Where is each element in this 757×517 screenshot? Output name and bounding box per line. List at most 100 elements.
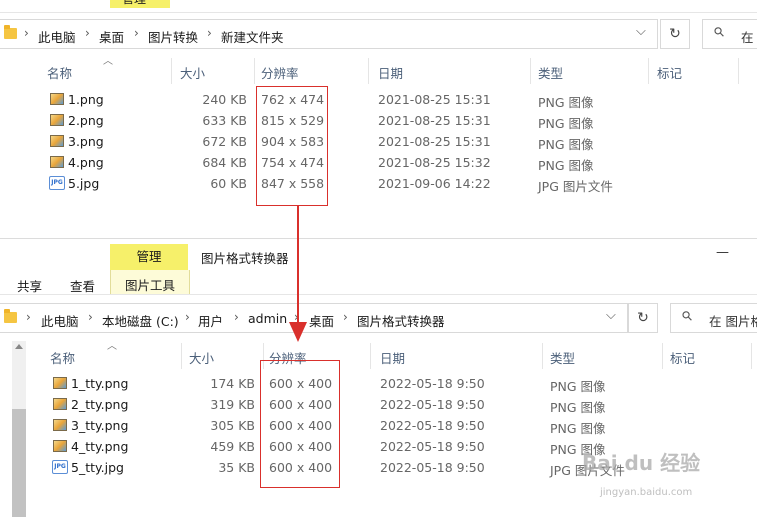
file-type: PNG 图像 <box>538 137 594 152</box>
png-icon <box>50 135 64 147</box>
breadcrumb-local-disk[interactable]: 本地磁盘 (C:) <box>102 311 179 330</box>
search-icon: ⚲ <box>711 23 729 42</box>
column-divider[interactable] <box>370 343 371 369</box>
chevron-right-icon[interactable]: › <box>185 310 190 324</box>
file-size: 459 KB <box>210 439 255 454</box>
tab-picture-tools-label: 图片工具 <box>125 278 176 293</box>
file-date: 2022-05-18 9:50 <box>380 376 485 391</box>
search-input[interactable]: ⚲ 在 图片格 <box>670 303 757 333</box>
column-header-size[interactable]: 大小 <box>189 348 214 367</box>
column-divider[interactable] <box>181 343 182 369</box>
column-divider[interactable] <box>751 343 752 369</box>
watermark-logo: Bai du 经验 <box>582 447 700 476</box>
folder-icon <box>4 309 17 323</box>
column-header-type[interactable]: 类型 <box>538 63 563 82</box>
png-icon <box>50 156 64 168</box>
table-row[interactable]: 1_tty.png 174 KB 600 x 400 2022-05-18 9:50 P… <box>0 374 757 394</box>
column-divider[interactable] <box>738 58 739 84</box>
minimize-button[interactable]: — <box>716 245 729 260</box>
table-row[interactable]: 2.png 633 KB 815 x 529 2021-08-25 15:31 PNG … <box>0 111 757 131</box>
manage-tab-label: 管理 <box>136 249 162 264</box>
column-header-resolution[interactable]: 分辨率 <box>261 63 299 82</box>
refresh-button[interactable]: ↻ <box>660 19 690 49</box>
divider <box>0 12 757 13</box>
sort-ascending-icon: ︿ <box>107 341 117 352</box>
sort-ascending-icon: ︿ <box>103 56 113 67</box>
breadcrumb-users[interactable]: 用户 <box>198 311 223 330</box>
table-row[interactable]: 3.png 672 KB 904 x 583 2021-08-25 15:31 PNG … <box>0 132 757 152</box>
file-size: 305 KB <box>210 418 255 433</box>
file-size: 240 KB <box>202 92 247 107</box>
breadcrumb-image-convert[interactable]: 图片转换 <box>148 27 198 46</box>
breadcrumb-image-converter[interactable]: 图片格式转换器 <box>357 311 445 330</box>
column-header-type[interactable]: 类型 <box>550 348 575 367</box>
chevron-down-icon[interactable]: ⌵ <box>636 24 646 39</box>
table-row[interactable]: 3_tty.png 305 KB 600 x 400 2022-05-18 9:50 P… <box>0 416 757 436</box>
file-type: JPG 图片文件 <box>538 179 613 194</box>
column-header-name[interactable]: 名称 <box>50 348 75 367</box>
column-divider[interactable] <box>171 58 172 84</box>
chevron-right-icon[interactable]: › <box>26 310 31 324</box>
refresh-button[interactable]: ↻ <box>628 303 658 333</box>
file-size: 684 KB <box>202 155 247 170</box>
window-title: 图片格式转换器 <box>201 251 289 266</box>
address-bar: › 此电脑 › 桌面 › 图片转换 › 新建文件夹 ⌵ ↻ ⚲ 在 <box>0 19 757 49</box>
folder-icon <box>4 25 17 39</box>
refresh-icon: ↻ <box>637 310 649 326</box>
column-header-tag[interactable]: 标记 <box>670 348 695 367</box>
chevron-right-icon[interactable]: › <box>85 26 90 40</box>
column-divider[interactable] <box>542 343 543 369</box>
file-type: PNG 图像 <box>550 400 606 415</box>
file-date: 2021-08-25 15:31 <box>378 113 491 128</box>
column-header-date[interactable]: 日期 <box>380 348 405 367</box>
file-date: 2021-08-25 15:31 <box>378 134 491 149</box>
breadcrumb-this-pc[interactable]: 此电脑 <box>38 27 76 46</box>
png-icon <box>53 419 67 431</box>
breadcrumb-new-folder[interactable]: 新建文件夹 <box>221 27 284 46</box>
chevron-down-icon[interactable]: ⌵ <box>606 308 616 323</box>
breadcrumb-desktop[interactable]: 桌面 <box>99 27 124 46</box>
breadcrumb[interactable]: › 此电脑 › 桌面 › 图片转换 › 新建文件夹 ⌵ <box>0 19 658 49</box>
column-header-name[interactable]: 名称 <box>47 63 72 82</box>
file-type: PNG 图像 <box>538 95 594 110</box>
file-size: 633 KB <box>202 113 247 128</box>
search-icon: ⚲ <box>679 307 697 326</box>
file-size: 672 KB <box>202 134 247 149</box>
column-header-tag[interactable]: 标记 <box>657 63 682 82</box>
chevron-right-icon[interactable]: › <box>88 310 93 324</box>
column-header-size[interactable]: 大小 <box>180 63 205 82</box>
jpg-icon: JPG <box>52 460 68 474</box>
scroll-up-icon[interactable] <box>15 344 23 349</box>
png-icon <box>50 93 64 105</box>
manage-tab[interactable]: 管理 <box>110 244 188 270</box>
breadcrumb-this-pc[interactable]: 此电脑 <box>41 311 79 330</box>
table-row[interactable]: 4.png 684 KB 754 x 474 2021-08-25 15:32 PNG … <box>0 153 757 173</box>
chevron-right-icon[interactable]: › <box>207 26 212 40</box>
chevron-right-icon[interactable]: › <box>134 26 139 40</box>
chevron-right-icon[interactable]: › <box>343 310 348 324</box>
file-date: 2022-05-18 9:50 <box>380 439 485 454</box>
jpg-icon: JPG <box>49 176 65 190</box>
search-input[interactable]: ⚲ 在 <box>702 19 757 49</box>
column-divider[interactable] <box>368 58 369 84</box>
tab-share[interactable]: 共享 <box>17 276 42 295</box>
png-icon <box>50 114 64 126</box>
file-type: PNG 图像 <box>550 379 606 394</box>
table-row[interactable]: 1.png 240 KB 762 x 474 2021-08-25 15:31 PNG … <box>0 90 757 110</box>
chevron-right-icon[interactable]: › <box>234 310 239 324</box>
file-name: 5_tty.jpg <box>71 460 124 475</box>
column-divider[interactable] <box>530 58 531 84</box>
tab-view[interactable]: 查看 <box>70 276 95 295</box>
column-divider[interactable] <box>254 58 255 84</box>
table-row[interactable]: JPG 5.jpg 60 KB 847 x 558 2021-09-06 14:22 JP… <box>0 174 757 194</box>
tab-picture-tools[interactable]: 图片工具 <box>110 270 190 294</box>
divider <box>0 294 757 295</box>
file-name: 2_tty.png <box>71 397 129 412</box>
column-divider[interactable] <box>662 343 663 369</box>
column-header-date[interactable]: 日期 <box>378 63 403 82</box>
column-divider[interactable] <box>648 58 649 84</box>
manage-tab-partial[interactable]: 管理 <box>110 0 170 8</box>
chevron-right-icon[interactable]: › <box>24 26 29 40</box>
table-row[interactable]: 2_tty.png 319 KB 600 x 400 2022-05-18 9:50 P… <box>0 395 757 415</box>
file-name: 3.png <box>68 134 104 149</box>
